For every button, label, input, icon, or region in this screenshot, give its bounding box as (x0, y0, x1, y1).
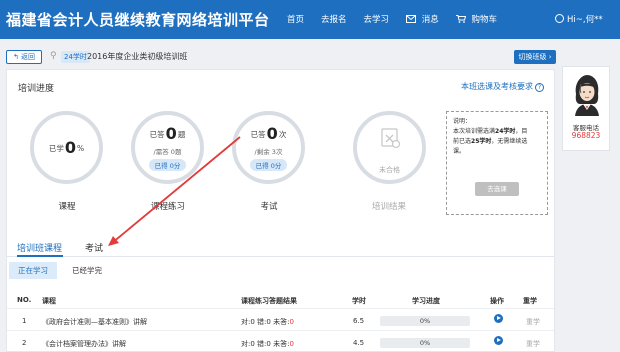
user-menu[interactable]: Hi~,何** (555, 13, 603, 25)
subtab-completed[interactable]: 已经学完 (59, 262, 115, 279)
nav-cart-label: 购物车 (471, 15, 497, 25)
progress-title: 培训进度 (18, 84, 55, 94)
exam-label: 考试 (260, 202, 278, 212)
training-result-status: 未合格 (379, 166, 400, 174)
row2-course-name[interactable]: 《会计档案管理办法》讲解 (42, 339, 126, 349)
row-divider (7, 330, 554, 331)
row1-play-icon[interactable] (494, 314, 503, 323)
nav-register[interactable]: 去报名 (321, 13, 347, 25)
row2-redo[interactable]: 重学 (526, 339, 540, 349)
course-bar: ↰ 返回 ⚲ 24学时 2016年度企业类初级培训班 (6, 49, 556, 65)
nav-messages-label: 消息 (421, 15, 439, 25)
training-card: 培训进度 本班选课及考核要求? 已学0% 课程 已答0题 /需答 0题 已得 0… (6, 69, 555, 352)
main-nav: 首页 去报名 去学习 消息 购物车 (287, 13, 514, 25)
header-divider (7, 308, 554, 309)
course-progress-value: 已学0% (48, 138, 85, 157)
notice-tail: 课。 (453, 148, 466, 155)
selection-notice: 说明： 本次培训需选满24学时，目 前已选25学时，无需继续选 课。 去选课 (446, 111, 548, 215)
col-hours: 学时 (352, 297, 366, 305)
training-result-ring: 未合格 (353, 111, 426, 184)
hours-badge: 24学时 (61, 51, 90, 63)
back-label: 返回 (21, 53, 36, 61)
service-phone: 968823 (571, 131, 601, 140)
user-icon (555, 14, 564, 23)
exam-attempts: 已答0次 (250, 124, 287, 143)
course-title: 2016年度企业类初级培训班 (87, 52, 188, 61)
course-tabs: 培训班课程 考试 (7, 236, 554, 257)
col-action: 操作 (490, 297, 504, 305)
row1-hours: 6.5 (353, 317, 365, 325)
tab-training-courses[interactable]: 培训班课程 (17, 241, 62, 254)
nav-cart[interactable]: 购物车 (455, 13, 497, 25)
failed-certificate-icon (381, 128, 401, 149)
notice-selected-hours: 前已选25学时，无需继续选 (453, 138, 528, 145)
site-brand[interactable]: 福建省会计人员继续教育网络培训平台 (6, 9, 270, 30)
practice-score: 已得 0分 (148, 159, 187, 171)
practice-required: /需答 0题 (153, 148, 182, 156)
back-arrow-icon: ↰ (12, 53, 22, 61)
practice-answered: 已答0题 (149, 124, 186, 143)
row1-progress-bar: 0% (380, 316, 470, 326)
requirement-link[interactable]: 本班选课及考核要求? (461, 81, 544, 92)
subtab-in-progress[interactable]: 正在学习 (9, 262, 57, 279)
training-result-label: 培训结果 (371, 202, 406, 212)
user-greeting: Hi~,何** (567, 15, 603, 25)
nav-home[interactable]: 首页 (287, 13, 304, 25)
row2-hours: 4.5 (353, 339, 365, 347)
row2-play-icon[interactable] (494, 336, 503, 345)
cart-icon (455, 15, 466, 23)
notice-heading: 说明： (453, 118, 472, 125)
requirement-link-label: 本班选课及考核要求 (461, 82, 533, 91)
exam-remaining: /剩余 3次 (254, 148, 283, 156)
col-no: NO. (17, 296, 32, 304)
col-course: 课程 (42, 297, 56, 305)
row2-progress-bar: 0% (380, 338, 470, 348)
practice-progress-ring: 已答0题 /需答 0题 已得 0分 (131, 111, 204, 184)
back-button[interactable]: ↰ 返回 (6, 50, 42, 64)
row1-redo[interactable]: 重学 (526, 317, 540, 327)
active-tab-indicator (17, 255, 63, 257)
course-progress-ring: 已学0% (30, 111, 103, 184)
customer-service-widget[interactable]: 客服电话 968823 (562, 66, 610, 151)
exam-score: 已得 0分 (249, 159, 288, 171)
row1-course-name[interactable]: 《政府会计准则—基本准则》讲解 (42, 317, 147, 327)
help-icon: ? (535, 83, 544, 92)
service-agent-avatar (575, 75, 599, 116)
nav-messages[interactable]: 消息 (406, 13, 439, 25)
select-course-button[interactable]: 去选课 (475, 182, 519, 196)
top-header: 福建省会计人员继续教育网络培训平台 首页 去报名 去学习 消息 购物车 Hi~,… (0, 0, 620, 39)
course-progress-label: 课程 (58, 202, 76, 212)
switch-class-button[interactable]: 切换班级 › (514, 50, 556, 64)
row1-no: 1 (22, 317, 27, 325)
location-icon: ⚲ (50, 51, 57, 61)
notice-required-hours: 本次培训需选满24学时，目 (453, 128, 528, 135)
nav-study[interactable]: 去学习 (364, 13, 390, 25)
row1-practice-result: 对:0 错:0 未答:0 (241, 318, 294, 326)
row2-no: 2 (22, 339, 27, 347)
tab-exam[interactable]: 考试 (85, 241, 103, 254)
mail-icon (406, 15, 417, 23)
col-progress: 学习进度 (412, 297, 440, 305)
col-practice-result: 课程练习答题结果 (241, 297, 297, 305)
exam-progress-ring: 已答0次 /剩余 3次 已得 0分 (232, 111, 305, 184)
row2-practice-result: 对:0 错:0 未答:0 (241, 340, 294, 348)
practice-label: 课程练习 (150, 202, 185, 212)
switch-class-label: 切换班级 (518, 53, 547, 61)
chevron-right-icon: › (548, 53, 552, 61)
col-redo: 重学 (523, 297, 537, 305)
